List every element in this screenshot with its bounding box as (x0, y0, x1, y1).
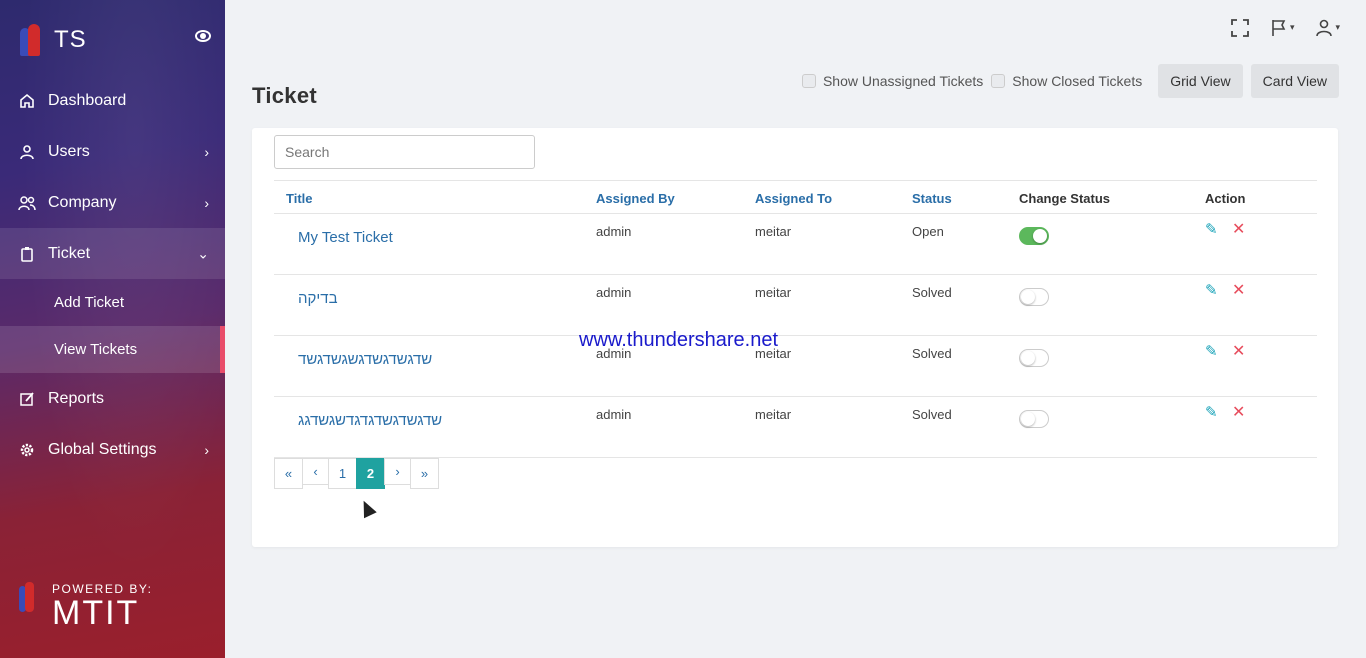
column-header-assigned-to[interactable]: Assigned To (755, 191, 832, 206)
sidebar-subitem-add-ticket[interactable]: Add Ticket (0, 279, 225, 326)
sidebar-item-dashboard[interactable]: Dashboard (0, 75, 225, 126)
show-unassigned-checkbox[interactable]: Show Unassigned Tickets (801, 73, 984, 89)
table-row: שדגשדגשדגשגשדגשד admin meitar Solved ✎ ✕ (274, 336, 1317, 397)
show-closed-checkbox[interactable]: Show Closed Tickets (991, 73, 1142, 89)
view-controls: Show Unassigned Tickets Show Closed Tick… (801, 64, 1339, 98)
sidebar-item-label: Global Settings (48, 440, 157, 458)
tickets-table: Title Assigned By Assigned To Status Cha… (274, 180, 1317, 458)
close-icon[interactable]: ✕ (1232, 219, 1245, 239)
page-title: Ticket (252, 83, 317, 108)
sidebar-item-label: Reports (48, 389, 105, 407)
table-row: בדיקה admin meitar Solved ✎ ✕ (274, 275, 1317, 336)
sidebar-nav: Dashboard Users › Company › Ticket ⌄ Add… (0, 75, 225, 475)
checkbox-box[interactable] (801, 74, 816, 88)
sidebar-item-reports[interactable]: Reports (0, 373, 225, 424)
status-toggle[interactable] (1019, 349, 1049, 367)
watermark: www.thundershare.net (579, 329, 779, 351)
next-page-button[interactable]: › (384, 458, 411, 485)
sidebar-item-users[interactable]: Users › (0, 126, 225, 177)
topbar-icons: ▾ ▾ (1231, 16, 1340, 40)
sidebar-item-label: Dashboard (48, 91, 127, 109)
sidebar-item-label: Ticket (48, 244, 91, 262)
search-input[interactable] (274, 135, 535, 169)
checkbox-label: Show Closed Tickets (1012, 73, 1143, 89)
pencil-icon[interactable]: ✎ (1205, 220, 1218, 238)
sidebar-item-company[interactable]: Company › (0, 177, 225, 228)
eye-icon[interactable] (195, 30, 211, 42)
assigned-by-cell: admin (596, 224, 632, 239)
column-header-change-status: Change Status (1019, 191, 1111, 206)
table-row: My Test Ticket admin meitar Open ✎ ✕ (274, 214, 1317, 275)
chevron-right-icon: › (204, 143, 209, 160)
assigned-to-cell: meitar (755, 407, 792, 422)
status-toggle[interactable] (1019, 288, 1049, 306)
close-icon[interactable]: ✕ (1232, 402, 1245, 422)
assigned-to-cell: meitar (755, 224, 792, 239)
column-header-title[interactable]: Title (286, 191, 313, 206)
user-menu-icon[interactable]: ▾ (1316, 16, 1340, 40)
page-1-button[interactable]: 1 (328, 458, 357, 489)
grid-view-button[interactable]: Grid View (1158, 64, 1243, 98)
assigned-by-cell: admin (596, 285, 632, 300)
powered-by: POWERED BY: MTIT (18, 582, 153, 630)
last-page-button[interactable]: » (410, 458, 439, 489)
ticket-title-link[interactable]: בדיקה (298, 290, 338, 307)
gear-icon (18, 441, 36, 459)
checkbox-label: Show Unassigned Tickets (822, 73, 984, 89)
pencil-icon[interactable]: ✎ (1205, 281, 1218, 299)
flag-icon[interactable]: ▾ (1271, 16, 1295, 40)
sidebar-subitem-view-tickets[interactable]: View Tickets (0, 326, 225, 373)
close-icon[interactable]: ✕ (1232, 341, 1245, 361)
clipboard-icon (18, 245, 36, 263)
chevron-right-icon: › (204, 194, 209, 211)
column-header-assigned-by[interactable]: Assigned By (596, 191, 675, 206)
column-header-status[interactable]: Status (912, 191, 952, 206)
status-toggle[interactable] (1019, 227, 1049, 245)
powered-by-brand: MTIT (52, 594, 140, 632)
fullscreen-icon[interactable] (1231, 16, 1249, 40)
sidebar-item-label: Users (48, 142, 90, 160)
chevron-down-icon: ⌄ (197, 245, 209, 261)
prev-page-button[interactable]: ‹ (302, 458, 329, 485)
status-cell: Solved (912, 346, 952, 361)
caret-down-icon: ▾ (1335, 23, 1340, 33)
chevron-right-icon: › (204, 441, 209, 458)
ticket-title-link[interactable]: שדגשדגשדגדגדשגשדגג (298, 412, 442, 429)
page-2-button[interactable]: 2 (356, 458, 385, 489)
card-view-button[interactable]: Card View (1250, 64, 1339, 98)
status-cell: Solved (912, 407, 952, 422)
assigned-by-cell: admin (596, 407, 632, 422)
tickets-card: Title Assigned By Assigned To Status Cha… (252, 128, 1338, 547)
sidebar-item-global-settings[interactable]: Global Settings › (0, 424, 225, 475)
pencil-icon[interactable]: ✎ (1205, 342, 1218, 360)
pagination: « ‹ 1 2 › » (274, 458, 439, 489)
sidebar: TS Dashboard Users › Company › Ticket ⌄ … (0, 0, 225, 658)
column-header-action: Action (1205, 191, 1246, 206)
pencil-icon[interactable]: ✎ (1205, 403, 1218, 421)
brand[interactable]: TS (18, 22, 87, 58)
user-icon (18, 143, 36, 161)
ticket-title-link[interactable]: My Test Ticket (298, 229, 393, 246)
close-icon[interactable]: ✕ (1232, 280, 1245, 300)
assigned-to-cell: meitar (755, 285, 792, 300)
brand-logo-icon (18, 22, 44, 58)
brand-title: TS (54, 26, 87, 53)
status-toggle[interactable] (1019, 410, 1049, 428)
home-icon (18, 92, 36, 110)
sidebar-item-label: Company (48, 193, 117, 211)
first-page-button[interactable]: « (274, 458, 303, 489)
ticket-title-link[interactable]: שדגשדגשדגשגשדגשד (298, 351, 432, 368)
edit-icon (18, 390, 36, 408)
sidebar-item-ticket[interactable]: Ticket ⌄ (0, 228, 225, 279)
users-icon (18, 194, 36, 212)
table-row: שדגשדגשדגדגדשגשדגג admin meitar Solved ✎… (274, 397, 1317, 458)
mtit-logo-icon (18, 582, 38, 616)
table-header: Title Assigned By Assigned To Status Cha… (274, 180, 1317, 214)
checkbox-box[interactable] (991, 74, 1006, 88)
status-cell: Solved (912, 285, 952, 300)
caret-down-icon: ▾ (1289, 23, 1295, 33)
status-cell: Open (912, 224, 944, 239)
